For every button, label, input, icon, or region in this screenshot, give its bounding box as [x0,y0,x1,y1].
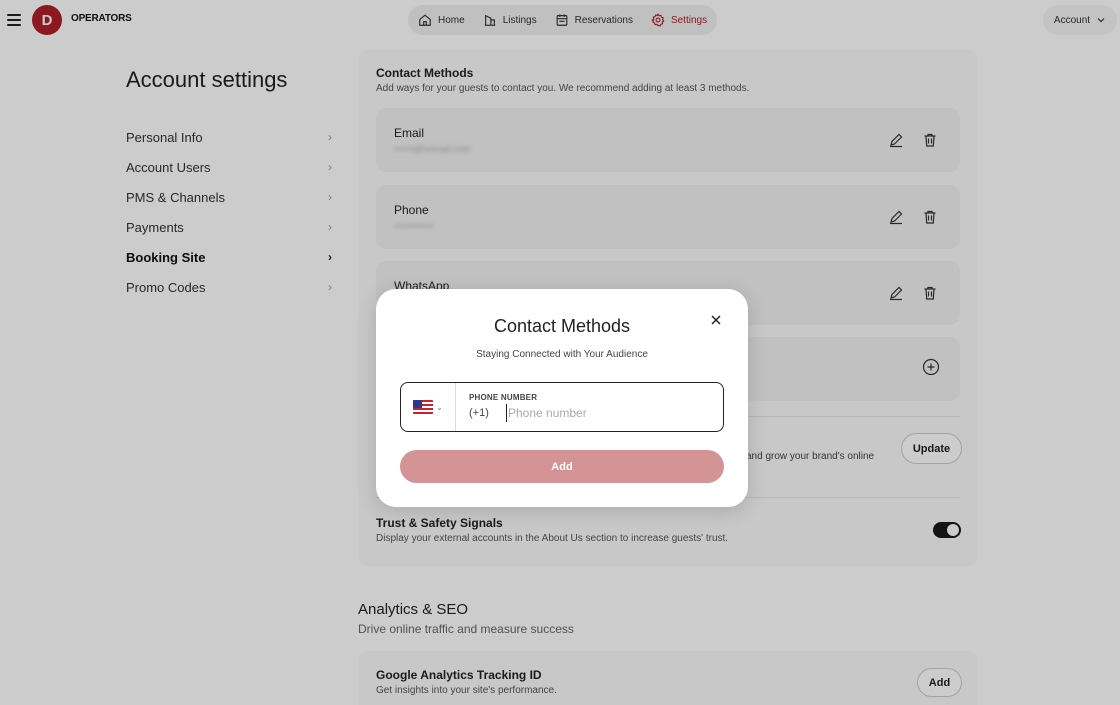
country-code: (+1) [469,407,489,419]
modal-title: Contact Methods [493,316,631,336]
contact-methods-modal: Contact Methods Staying Connected with Y… [376,289,748,507]
close-icon[interactable] [709,313,723,327]
chevron-down-icon: ⌄ [436,402,443,412]
modal-subtitle: Staying Connected with Your Audience [476,349,648,360]
country-selector[interactable]: ⌄ [401,383,456,431]
us-flag-icon [413,400,434,414]
phone-number-field: ⌄ PHONE NUMBER (+1) [400,382,724,432]
add-contact-button[interactable]: Add [400,450,724,483]
phone-number-input[interactable] [506,404,706,422]
phone-number-label: PHONE NUMBER [469,393,538,402]
